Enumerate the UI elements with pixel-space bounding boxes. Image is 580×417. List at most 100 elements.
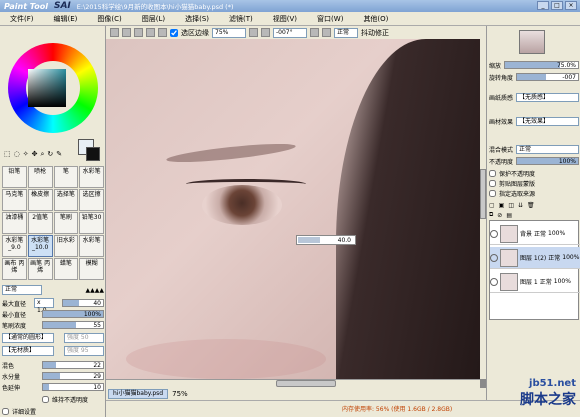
blend-slider[interactable]: 22 xyxy=(42,361,104,369)
tool-pencil-30[interactable]: 铅笔30 xyxy=(79,212,104,234)
tool-crayon[interactable]: 蜡笔 xyxy=(53,258,79,280)
max-diam-label: 最大直径 xyxy=(2,300,27,308)
maximize-button[interactable]: □ xyxy=(551,1,563,10)
zoom-out-icon[interactable] xyxy=(146,28,155,37)
selection-source-checkbox[interactable] xyxy=(489,189,496,197)
max-diam-multiplier[interactable]: x 1.0 xyxy=(34,298,54,314)
visibility-eye-icon[interactable] xyxy=(490,277,498,286)
zoom-icon[interactable]: ⌕ xyxy=(40,150,44,159)
layer-mode-select[interactable]: 正常 xyxy=(516,144,579,154)
menu-canvas[interactable]: 图像(C) xyxy=(87,14,131,24)
rotate-left-icon[interactable] xyxy=(249,28,258,37)
select-rect-icon[interactable]: ⬚ xyxy=(4,150,11,159)
layer-opacity-slider[interactable]: 100% xyxy=(516,157,579,165)
tool-brush-acrylic[interactable]: 画笔 丙烯 xyxy=(27,258,53,280)
min-diam-slider[interactable]: 100% xyxy=(42,310,104,318)
max-diam-slider[interactable]: 40 xyxy=(61,299,104,307)
copy-layer-icon[interactable]: ⧉ xyxy=(489,211,493,219)
move-icon[interactable]: ✥ xyxy=(32,150,38,159)
navigator-thumbnail[interactable] xyxy=(519,30,545,54)
layer-mode: 正常 xyxy=(548,255,561,262)
flip-icon[interactable] xyxy=(322,28,331,37)
tool-watercolor-10[interactable]: 水彩笔_10.0 xyxy=(27,235,53,257)
rotate-slider[interactable]: -007 xyxy=(516,73,579,81)
menu-file[interactable]: 文件(F) xyxy=(0,14,44,24)
clip-mask-checkbox[interactable] xyxy=(489,179,496,187)
tool-canvas-acrylic[interactable]: 画布 丙烯 xyxy=(2,258,27,280)
menu-other[interactable]: 其他(O) xyxy=(353,14,398,24)
tool-marker[interactable]: 马克笔 xyxy=(2,189,27,211)
menu-window[interactable]: 窗口(W) xyxy=(307,14,353,24)
brush-shape-icons[interactable]: ▲▲▲▲ xyxy=(86,287,104,294)
reset-rotate-icon[interactable] xyxy=(310,28,319,37)
fill-layer-icon[interactable]: ▤ xyxy=(506,212,512,219)
tool-select-pen[interactable]: 选择笔 xyxy=(53,189,79,211)
menu-layer[interactable]: 图层(L) xyxy=(132,14,175,24)
merge-down-icon[interactable]: ⇊ xyxy=(518,202,523,209)
tool-pencil[interactable]: 铅笔 xyxy=(2,166,27,188)
visibility-eye-icon[interactable] xyxy=(490,253,498,262)
select-tool-icon[interactable] xyxy=(110,28,119,37)
blend-select[interactable]: 正常 xyxy=(334,27,358,38)
tool-stroke[interactable]: 笔刷 xyxy=(53,212,79,234)
tool-eraser[interactable]: 橡皮擦 xyxy=(27,189,53,211)
eyedropper-icon[interactable]: ✎ xyxy=(56,150,62,159)
tool-bucket[interactable]: 油漆桶 xyxy=(2,212,27,234)
menu-filter[interactable]: 滤镜(T) xyxy=(219,14,263,24)
layer-item[interactable]: 图层 1(2) 正常 100% xyxy=(490,247,580,269)
rotate-right-icon[interactable] xyxy=(261,28,270,37)
tool-old-watercolor[interactable]: 旧水彩 xyxy=(53,235,79,257)
delete-layer-icon[interactable]: 🗑 xyxy=(527,202,535,209)
paper-texture-select[interactable]: 【无质感】 xyxy=(516,92,579,102)
clear-layer-icon[interactable]: ⊘ xyxy=(497,212,502,219)
selection-source-label: 指定选取来源 xyxy=(499,190,536,198)
menu-select[interactable]: 选择(S) xyxy=(175,14,219,24)
tool-watercolor-b[interactable]: 水彩笔 xyxy=(79,235,104,257)
tool-blur[interactable]: 模糊 xyxy=(79,258,104,280)
brush-blend-select[interactable]: 正常 xyxy=(2,285,42,295)
tool-brush[interactable]: 笔 xyxy=(53,166,79,188)
texture-strength[interactable]: 强度 95 xyxy=(64,346,104,356)
tool-airbrush[interactable]: 喷枪 xyxy=(27,166,53,188)
zoom-select[interactable]: 75% xyxy=(212,27,246,38)
minimize-button[interactable]: _ xyxy=(537,1,549,10)
layer-item[interactable]: 背景 正常 100% xyxy=(490,223,580,245)
menu-bar: 文件(F) 编辑(E) 图像(C) 图层(L) 选择(S) 滤镜(T) 视图(V… xyxy=(0,12,580,26)
detail-settings-checkbox[interactable] xyxy=(2,407,9,415)
tool-binary-pen[interactable]: 2值笔 xyxy=(27,212,53,234)
paper-effect-select[interactable]: 【无效果】 xyxy=(516,116,579,126)
keep-opacity-checkbox[interactable] xyxy=(42,395,49,403)
horizontal-scroll-thumb[interactable] xyxy=(276,380,336,387)
water-slider[interactable]: 29 xyxy=(42,372,104,380)
menu-view[interactable]: 视图(V) xyxy=(263,14,307,24)
persist-slider[interactable]: 10 xyxy=(42,383,104,391)
rotate-icon[interactable]: ↻ xyxy=(47,150,53,159)
angle-input[interactable]: -007° xyxy=(273,27,307,38)
zoom-in-icon[interactable] xyxy=(134,28,143,37)
deselect-icon[interactable] xyxy=(122,28,131,37)
selection-edge-checkbox[interactable] xyxy=(170,28,178,37)
visibility-eye-icon[interactable] xyxy=(490,229,498,238)
file-tab[interactable]: hi小猫猫baby.psd xyxy=(108,389,169,399)
new-folder-icon[interactable]: ▣ xyxy=(499,202,505,209)
brush-shape-strength[interactable]: 强度 50 xyxy=(64,333,104,343)
saturation-value-square[interactable] xyxy=(28,69,66,107)
tool-select-eraser[interactable]: 选区擦 xyxy=(79,189,104,211)
layer-item[interactable]: 图层 1 正常 100% xyxy=(490,271,580,293)
close-button[interactable]: × xyxy=(565,1,577,10)
protect-opacity-checkbox[interactable] xyxy=(489,169,496,177)
menu-edit[interactable]: 编辑(E) xyxy=(44,14,88,24)
tool-watercolor[interactable]: 水彩笔 xyxy=(79,166,104,188)
canvas-area[interactable]: 40.0 xyxy=(106,39,486,388)
background-color-swatch[interactable] xyxy=(86,147,100,161)
brush-shape-select[interactable]: 【通常的圆形】 xyxy=(2,333,54,343)
reset-zoom-icon[interactable] xyxy=(158,28,167,37)
zoom-slider[interactable]: 75.0% xyxy=(504,61,579,69)
tool-watercolor-9[interactable]: 水彩笔_9.0 xyxy=(2,235,27,257)
new-layer-icon[interactable]: ▢ xyxy=(489,202,495,209)
lasso-icon[interactable]: ◌ xyxy=(14,150,20,159)
new-mask-icon[interactable]: ◫ xyxy=(508,202,514,209)
texture-select[interactable]: 【无材质】 xyxy=(2,346,54,356)
magic-wand-icon[interactable]: ✧ xyxy=(23,150,29,159)
density-slider[interactable]: 55 xyxy=(42,321,104,329)
